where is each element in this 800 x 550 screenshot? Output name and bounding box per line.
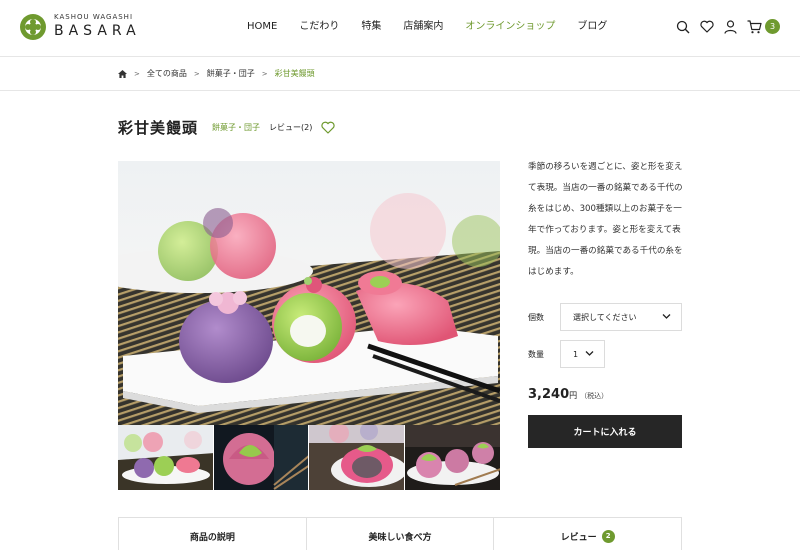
price-value: 3,240 — [528, 387, 570, 402]
product-title: 彩甘美饅頭 — [118, 119, 199, 137]
product-price: 3,240円 （税込） — [528, 383, 608, 402]
amount-select-value: 1 — [573, 349, 579, 359]
qty-select-value: 選択してください — [573, 312, 637, 322]
thumbnail-1[interactable] — [118, 425, 214, 490]
nav-features[interactable]: 特集 — [361, 20, 381, 34]
qty-select[interactable]: 選択してください — [560, 303, 682, 331]
product-main-image — [118, 161, 500, 425]
nav-home[interactable]: HOME — [247, 20, 277, 34]
heart-icon[interactable] — [699, 19, 714, 34]
tab-label: レビュー — [560, 532, 597, 543]
add-to-cart-button[interactable]: カートに入れる — [528, 415, 682, 448]
logo-title: BASARA — [54, 23, 141, 39]
price-tax-note: （税込） — [580, 392, 609, 400]
nav-online-shop[interactable]: オンラインショップ — [465, 20, 555, 34]
header-icons: 3 — [666, 19, 780, 34]
price-unit: 円 — [569, 391, 578, 400]
breadcrumb: > 全ての商品 > 餅菓子・団子 > 彩甘美饅頭 — [0, 57, 800, 91]
thumbnail-2[interactable] — [213, 425, 309, 490]
breadcrumb-separator: > — [261, 69, 268, 78]
tab-how-to-eat[interactable]: 美味しい食べ方 — [307, 518, 495, 550]
tab-label: 美味しい食べ方 — [368, 532, 432, 543]
tab-label: 商品の説明 — [189, 532, 235, 543]
site-header: KASHOU WAGASHI BASARA HOME こだわり 特集 店舗案内 … — [0, 0, 800, 57]
thumbnail-strip — [118, 425, 500, 490]
logo-subtitle: KASHOU WAGASHI — [54, 13, 134, 21]
chevron-down-icon — [662, 313, 671, 322]
nav-store-info[interactable]: 店舗案内 — [403, 20, 443, 34]
search-icon[interactable] — [675, 19, 690, 34]
plum-crest-logo-icon — [20, 13, 46, 40]
breadcrumb-current: 彩甘美饅頭 — [274, 69, 315, 78]
amount-label: 数量 — [528, 350, 544, 359]
user-icon[interactable] — [723, 19, 738, 34]
product-tabs: 商品の説明 美味しい食べ方 レビュー 2 — [118, 517, 682, 550]
cart-count-badge: 3 — [765, 19, 780, 34]
tab-description[interactable]: 商品の説明 — [119, 518, 307, 550]
site-logo[interactable]: KASHOU WAGASHI BASARA — [20, 13, 141, 40]
amount-select[interactable]: 1 — [560, 340, 605, 368]
product-description: 季節の移ろいを週ごとに、姿と形を変えて表現。当店の一番の銘菓である千代の糸をはじ… — [528, 162, 683, 277]
chevron-down-icon — [585, 350, 594, 359]
favorite-heart-icon[interactable] — [321, 121, 335, 135]
breadcrumb-all-products[interactable]: 全ての商品 — [147, 68, 187, 79]
product-title-row: 彩甘美饅頭 餅菓子・団子 レビュー(2) — [118, 117, 335, 138]
breadcrumb-separator: > — [134, 69, 140, 78]
nav-blog[interactable]: ブログ — [577, 20, 607, 34]
tab-reviews[interactable]: レビュー 2 — [494, 518, 681, 550]
thumbnail-3[interactable] — [309, 425, 405, 490]
logo-text: KASHOU WAGASHI BASARA — [54, 13, 141, 40]
nav-kodawari[interactable]: こだわり — [299, 20, 339, 34]
home-icon[interactable] — [118, 69, 127, 78]
breadcrumb-separator: > — [193, 69, 200, 78]
cart-icon[interactable] — [747, 19, 762, 34]
breadcrumb-category[interactable]: 餅菓子・団子 — [207, 68, 255, 79]
product-category-link[interactable]: 餅菓子・団子 — [212, 122, 260, 133]
review-count-badge: 2 — [601, 529, 615, 543]
qty-label: 個数 — [528, 313, 544, 322]
product-review-link[interactable]: レビュー(2) — [269, 122, 312, 133]
main-nav: HOME こだわり 特集 店舗案内 オンラインショップ ブログ — [247, 20, 629, 34]
thumbnail-4[interactable] — [404, 425, 500, 490]
